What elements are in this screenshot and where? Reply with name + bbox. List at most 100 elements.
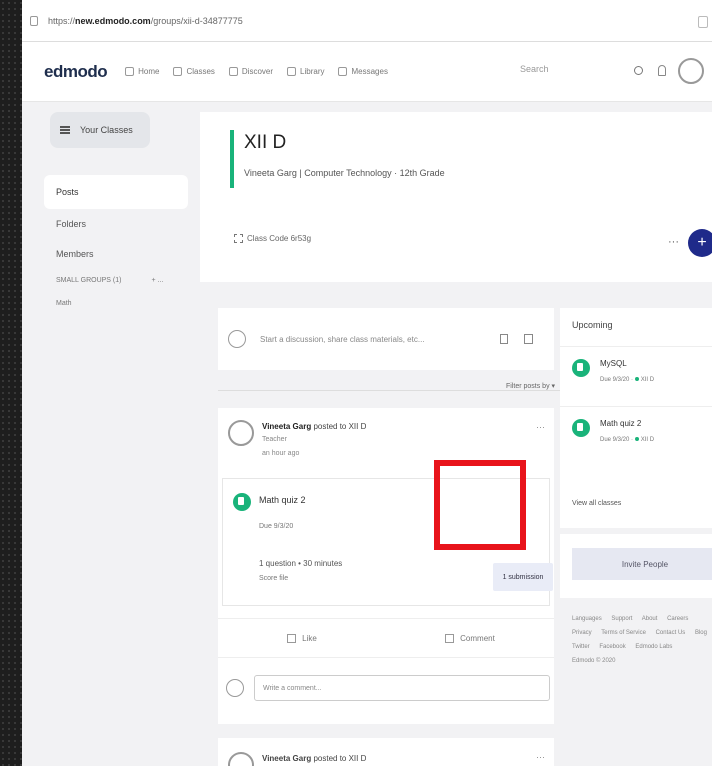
footer-link[interactable]: Contact Us [656, 630, 686, 636]
class-code[interactable]: Class Code 6r53g [234, 234, 311, 243]
footer-link[interactable]: Languages [572, 616, 602, 622]
comment-row: Write a comment... [218, 668, 554, 708]
post-author[interactable]: Vineeta Garg [262, 422, 311, 431]
code-icon [234, 234, 243, 243]
post-time: an hour ago [262, 450, 300, 457]
comment-label: Comment [460, 633, 495, 643]
nav-label: Discover [241, 67, 274, 76]
footer-link[interactable]: Privacy [572, 630, 592, 636]
footer-link[interactable]: Terms of Service [601, 630, 646, 636]
url-prefix: https:// [48, 15, 76, 26]
post-actions: Like Comment [218, 618, 554, 658]
post-more-icon[interactable]: ··· [536, 752, 545, 762]
home-icon [125, 67, 135, 76]
post-target: posted to XII D [313, 754, 367, 763]
avatar[interactable] [228, 752, 254, 766]
copyright: Edmodo © 2020 [572, 658, 616, 664]
class-code-label: Class Code 6r53g [247, 234, 312, 243]
sidebar-item-posts[interactable]: Posts [44, 175, 188, 209]
library-icon [287, 67, 297, 76]
upcoming-title: Upcoming [572, 320, 613, 330]
quiz-score-link[interactable]: Score file [259, 575, 288, 582]
nav-label: Home [138, 67, 160, 76]
filter-posts-dropdown[interactable]: Filter posts by ▾ [502, 382, 556, 390]
view-all-link[interactable]: View all classes [572, 500, 621, 507]
add-button[interactable]: + [688, 229, 712, 257]
upcoming-item[interactable]: MySQL Due 9/3/20 · XII D [560, 346, 712, 402]
invite-people-button[interactable]: Invite People [572, 548, 712, 580]
footer-link[interactable]: Twitter [572, 644, 590, 650]
footer-link[interactable]: Edmodo Labs [635, 644, 672, 650]
sidebar-item-members[interactable]: Members [50, 239, 190, 269]
upcoming-item-name: MySQL [600, 359, 627, 368]
avatar [226, 679, 244, 697]
discover-icon [228, 67, 238, 76]
sidebar-item-folders[interactable]: Folders [50, 209, 190, 239]
quiz-meta: 1 question • 30 minutes [259, 559, 343, 568]
footer-link[interactable]: Facebook [599, 644, 625, 650]
search-input[interactable]: Search [520, 64, 648, 74]
footer-link[interactable]: Blog [695, 630, 707, 636]
due-text: Due 9/3/20 [600, 437, 630, 443]
menu-icon [60, 126, 70, 134]
upcoming-panel: Upcoming MySQL Due 9/3/20 · XII D Math q… [560, 308, 712, 528]
quiz-icon [572, 419, 590, 437]
user-avatar[interactable] [678, 58, 704, 84]
like-icon [287, 633, 297, 643]
small-groups-label: SMALL GROUPS (1) [56, 277, 122, 284]
class-dot-icon [634, 437, 639, 441]
divider [218, 390, 562, 391]
your-classes-button[interactable]: Your Classes [50, 112, 150, 148]
class-text: XII D [640, 377, 655, 383]
nav-discover[interactable]: Discover [228, 67, 274, 76]
quiz-icon [572, 359, 590, 377]
footer-link[interactable]: Support [611, 616, 632, 622]
attach-file-icon[interactable] [500, 334, 508, 344]
sidebar-item-group-math[interactable]: Math [50, 292, 190, 315]
group-label: Math [56, 300, 72, 307]
nav-classes[interactable]: Classes [173, 67, 215, 76]
bookmark-icon[interactable] [698, 16, 708, 28]
post-author-line: Vineeta Garg posted to XII D [262, 422, 366, 431]
like-button[interactable]: Like [218, 633, 386, 643]
sidebar: Your Classes Posts Folders Members SMALL… [44, 112, 190, 315]
search-icon[interactable] [634, 66, 643, 75]
notification-icon[interactable] [658, 65, 666, 76]
avatar [228, 330, 246, 348]
avatar[interactable] [228, 420, 254, 446]
classes-icon [173, 67, 183, 76]
more-options-icon[interactable]: ··· [668, 236, 679, 248]
post-more-icon[interactable]: ··· [536, 422, 545, 432]
nav-library[interactable]: Library [287, 67, 324, 76]
attach-image-icon[interactable] [524, 334, 533, 344]
footer-link[interactable]: About [642, 616, 658, 622]
post-composer[interactable]: Start a discussion, share class material… [218, 308, 554, 370]
url-domain: new.edmodo.com [75, 15, 151, 26]
messages-icon [338, 67, 348, 76]
post-card: Vineeta Garg posted to XII D Teacher an … [218, 408, 554, 724]
submission-button[interactable]: 1 submission [493, 563, 553, 591]
upcoming-item-due: Due 9/3/20 · XII D [600, 377, 655, 383]
upcoming-item[interactable]: Math quiz 2 Due 9/3/20 · XII D [560, 406, 712, 462]
nav-home[interactable]: Home [125, 67, 159, 76]
upcoming-item-due: Due 9/3/20 · XII D [600, 437, 655, 443]
class-header-card: XII D Vineeta Garg | Computer Technology… [200, 112, 712, 282]
address-bar[interactable]: https:// new.edmodo.com /groups/xii-d-34… [22, 0, 712, 42]
url-path: /groups/xii-d-34877775 [150, 15, 243, 26]
quiz-title[interactable]: Math quiz 2 [259, 495, 306, 505]
class-dot-icon [634, 377, 639, 381]
comment-icon [445, 633, 455, 643]
edmodo-logo[interactable]: edmodo [44, 62, 108, 82]
class-accent-bar [230, 130, 234, 188]
post-target: posted to XII D [313, 422, 367, 431]
post-author[interactable]: Vineeta Garg [262, 754, 311, 763]
invite-card: Invite People [560, 534, 712, 598]
comment-button[interactable]: Comment [386, 633, 554, 643]
app-header: edmodo Home Classes Discover Library Mes… [22, 42, 712, 102]
post-author-line: Vineeta Garg posted to XII D [262, 754, 366, 763]
add-group-button[interactable]: + ... [151, 277, 163, 284]
class-subtitle: Vineeta Garg | Computer Technology · 12t… [244, 168, 445, 178]
comment-input[interactable]: Write a comment... [254, 675, 550, 701]
footer-link[interactable]: Careers [667, 616, 688, 622]
nav-messages[interactable]: Messages [338, 67, 388, 76]
